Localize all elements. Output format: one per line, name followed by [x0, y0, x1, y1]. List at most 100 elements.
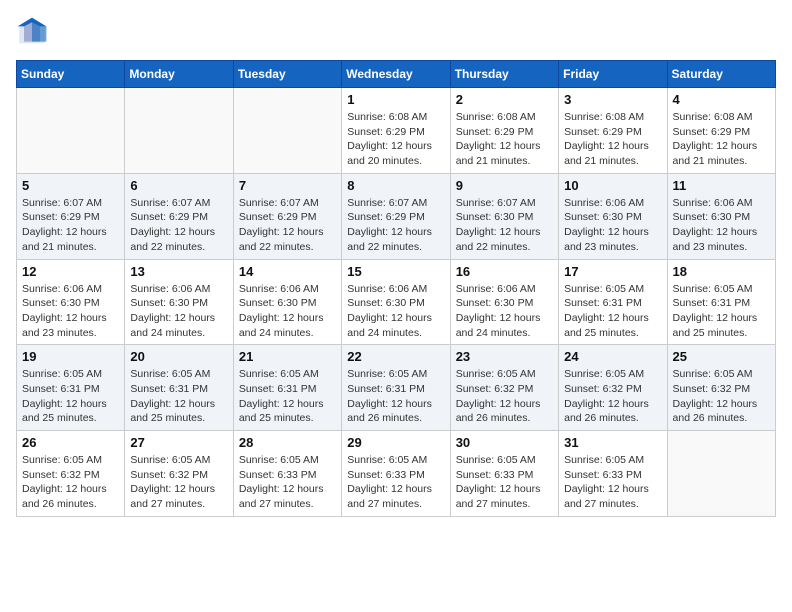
day-number: 6 — [130, 178, 227, 193]
day-info: Sunrise: 6:08 AMSunset: 6:29 PMDaylight:… — [564, 110, 661, 169]
day-number: 31 — [564, 435, 661, 450]
calendar-cell: 3 Sunrise: 6:08 AMSunset: 6:29 PMDaylight… — [559, 88, 667, 174]
day-info: Sunrise: 6:06 AMSunset: 6:30 PMDaylight:… — [130, 282, 227, 341]
calendar-cell: 5 Sunrise: 6:07 AMSunset: 6:29 PMDaylight… — [17, 173, 125, 259]
day-info: Sunrise: 6:05 AMSunset: 6:33 PMDaylight:… — [456, 453, 553, 512]
calendar-cell: 13 Sunrise: 6:06 AMSunset: 6:30 PMDayligh… — [125, 259, 233, 345]
day-info: Sunrise: 6:05 AMSunset: 6:33 PMDaylight:… — [564, 453, 661, 512]
calendar-cell: 19Sunrise: 6:05 AMSunset: 6:31 PMDayligh… — [17, 345, 125, 431]
calendar-cell: 20 Sunrise: 6:05 AMSunset: 6:31 PMDayligh… — [125, 345, 233, 431]
calendar-cell: 15 Sunrise: 6:06 AMSunset: 6:30 PMDayligh… — [342, 259, 450, 345]
calendar-cell — [667, 431, 775, 517]
day-number: 15 — [347, 264, 444, 279]
calendar-cell: 12Sunrise: 6:06 AMSunset: 6:30 PMDayligh… — [17, 259, 125, 345]
day-number: 17 — [564, 264, 661, 279]
calendar-cell: 27Sunrise: 6:05 AMSunset: 6:32 PMDayligh… — [125, 431, 233, 517]
col-header-saturday: Saturday — [667, 61, 775, 88]
day-number: 16 — [456, 264, 553, 279]
calendar-cell: 29 Sunrise: 6:05 AMSunset: 6:33 PMDayligh… — [342, 431, 450, 517]
day-number: 1 — [347, 92, 444, 107]
calendar-cell: 2 Sunrise: 6:08 AMSunset: 6:29 PMDaylight… — [450, 88, 558, 174]
col-header-monday: Monday — [125, 61, 233, 88]
day-number: 22 — [347, 349, 444, 364]
day-number: 23 — [456, 349, 553, 364]
day-info: Sunrise: 6:06 AMSunset: 6:30 PMDaylight:… — [347, 282, 444, 341]
day-number: 29 — [347, 435, 444, 450]
day-info: Sunrise: 6:05 AMSunset: 6:32 PMDaylight:… — [22, 453, 119, 512]
day-number: 11 — [673, 178, 770, 193]
day-info: Sunrise: 6:08 AMSunset: 6:29 PMDaylight:… — [347, 110, 444, 169]
calendar-cell: 31 Sunrise: 6:05 AMSunset: 6:33 PMDayligh… — [559, 431, 667, 517]
day-info: Sunrise: 6:07 AMSunset: 6:29 PMDaylight:… — [22, 196, 119, 255]
day-info: Sunrise: 6:05 AMSunset: 6:31 PMDaylight:… — [673, 282, 770, 341]
calendar-cell: 1 Sunrise: 6:08 AMSunset: 6:29 PMDaylight… — [342, 88, 450, 174]
calendar-cell: 21 Sunrise: 6:05 AMSunset: 6:31 PMDayligh… — [233, 345, 341, 431]
day-info: Sunrise: 6:07 AMSunset: 6:29 PMDaylight:… — [239, 196, 336, 255]
day-number: 13 — [130, 264, 227, 279]
day-number: 5 — [22, 178, 119, 193]
calendar-cell — [233, 88, 341, 174]
week-row-3: 12 Sunrise: 6:06 AMSunset: 6:30 PMDayligh… — [17, 259, 776, 345]
day-info: Sunrise: 6:05 AMSunset: 6:32 PMDaylight:… — [130, 453, 227, 512]
calendar-cell: 26 Sunrise: 6:05 AMSunset: 6:32 PMDayligh… — [17, 431, 125, 517]
day-number: 26 — [22, 435, 119, 450]
calendar-cell — [125, 88, 233, 174]
day-info: Sunrise: 6:06 AMSunset: 6:30 PMDaylight:… — [239, 282, 336, 341]
day-info: Sunrise: 6:05 AMSunset: 6:33 PMDaylight:… — [239, 453, 336, 512]
day-info: Sunrise: 6:05 AMSunset: 6:32 PMDaylight:… — [456, 367, 553, 426]
day-number: 8 — [347, 178, 444, 193]
calendar-cell: 22Sunrise: 6:05 AMSunset: 6:31 PMDayligh… — [342, 345, 450, 431]
logo — [16, 16, 54, 48]
calendar-cell: 10 Sunrise: 6:06 AMSunset: 6:30 PMDayligh… — [559, 173, 667, 259]
col-header-tuesday: Tuesday — [233, 61, 341, 88]
calendar-cell: 11 Sunrise: 6:06 AMSunset: 6:30 PMDayligh… — [667, 173, 775, 259]
day-number: 9 — [456, 178, 553, 193]
day-number: 4 — [673, 92, 770, 107]
calendar-cell: 9 Sunrise: 6:07 AMSunset: 6:30 PMDaylight… — [450, 173, 558, 259]
day-info: Sunrise: 6:05 AMSunset: 6:31 PMDaylight:… — [130, 367, 227, 426]
week-row-4: 19Sunrise: 6:05 AMSunset: 6:31 PMDayligh… — [17, 345, 776, 431]
col-header-thursday: Thursday — [450, 61, 558, 88]
day-number: 21 — [239, 349, 336, 364]
week-row-1: 1 Sunrise: 6:08 AMSunset: 6:29 PMDaylight… — [17, 88, 776, 174]
day-info: Sunrise: 6:07 AMSunset: 6:29 PMDaylight:… — [347, 196, 444, 255]
day-number: 24 — [564, 349, 661, 364]
calendar-cell: 6 Sunrise: 6:07 AMSunset: 6:29 PMDaylight… — [125, 173, 233, 259]
day-number: 7 — [239, 178, 336, 193]
day-info: Sunrise: 6:05 AMSunset: 6:32 PMDaylight:… — [673, 367, 770, 426]
calendar-cell: 30 Sunrise: 6:05 AMSunset: 6:33 PMDayligh… — [450, 431, 558, 517]
day-number: 10 — [564, 178, 661, 193]
day-number: 25 — [673, 349, 770, 364]
col-header-wednesday: Wednesday — [342, 61, 450, 88]
day-info: Sunrise: 6:05 AMSunset: 6:31 PMDaylight:… — [239, 367, 336, 426]
day-info: Sunrise: 6:08 AMSunset: 6:29 PMDaylight:… — [673, 110, 770, 169]
day-info: Sunrise: 6:06 AMSunset: 6:30 PMDaylight:… — [673, 196, 770, 255]
day-info: Sunrise: 6:05 AMSunset: 6:31 PMDaylight:… — [564, 282, 661, 341]
calendar-cell: 24Sunrise: 6:05 AMSunset: 6:32 PMDayligh… — [559, 345, 667, 431]
day-number: 12 — [22, 264, 119, 279]
col-header-sunday: Sunday — [17, 61, 125, 88]
day-number: 30 — [456, 435, 553, 450]
calendar-cell: 18 Sunrise: 6:05 AMSunset: 6:31 PMDayligh… — [667, 259, 775, 345]
day-number: 2 — [456, 92, 553, 107]
calendar-cell: 28 Sunrise: 6:05 AMSunset: 6:33 PMDayligh… — [233, 431, 341, 517]
col-header-friday: Friday — [559, 61, 667, 88]
day-info: Sunrise: 6:07 AMSunset: 6:29 PMDaylight:… — [130, 196, 227, 255]
calendar-cell: 16Sunrise: 6:06 AMSunset: 6:30 PMDayligh… — [450, 259, 558, 345]
calendar-cell: 14 Sunrise: 6:06 AMSunset: 6:30 PMDayligh… — [233, 259, 341, 345]
calendar-cell: 25 Sunrise: 6:05 AMSunset: 6:32 PMDayligh… — [667, 345, 775, 431]
day-number: 28 — [239, 435, 336, 450]
day-info: Sunrise: 6:07 AMSunset: 6:30 PMDaylight:… — [456, 196, 553, 255]
day-number: 14 — [239, 264, 336, 279]
day-number: 18 — [673, 264, 770, 279]
day-number: 3 — [564, 92, 661, 107]
day-info: Sunrise: 6:05 AMSunset: 6:33 PMDaylight:… — [347, 453, 444, 512]
week-row-5: 26 Sunrise: 6:05 AMSunset: 6:32 PMDayligh… — [17, 431, 776, 517]
calendar-cell — [17, 88, 125, 174]
day-info: Sunrise: 6:08 AMSunset: 6:29 PMDaylight:… — [456, 110, 553, 169]
day-number: 20 — [130, 349, 227, 364]
calendar-cell: 17 Sunrise: 6:05 AMSunset: 6:31 PMDayligh… — [559, 259, 667, 345]
day-info: Sunrise: 6:06 AMSunset: 6:30 PMDaylight:… — [564, 196, 661, 255]
logo-icon — [16, 16, 48, 48]
calendar-cell: 7 Sunrise: 6:07 AMSunset: 6:29 PMDaylight… — [233, 173, 341, 259]
